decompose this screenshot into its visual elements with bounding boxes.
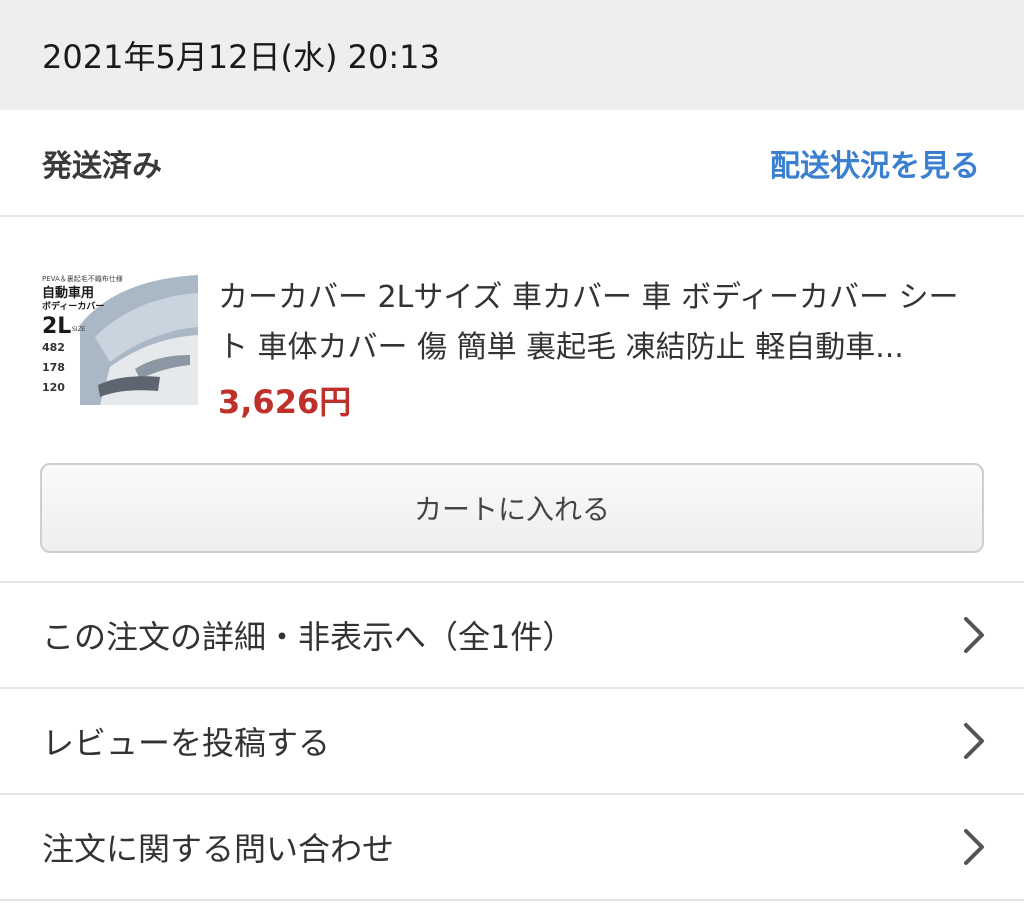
image-line1-text: 自動車用: [42, 285, 94, 301]
shipping-status: 発送済み: [42, 148, 162, 184]
product-price: 3,626円: [218, 383, 352, 421]
menu-item-label: 注文に関する問い合わせ: [42, 830, 395, 868]
image-size-sub-text: SIZE: [72, 326, 86, 333]
image-dim3-text: 120: [42, 381, 65, 394]
image-line2-text: ボディーカバー: [42, 300, 104, 312]
order-menu-list: この注文の詳細・非表示へ（全1件） レビューを投稿する 注文に関する問い合わせ: [0, 581, 1024, 901]
product-thumbnail[interactable]: PEVA＆裏起毛不織布仕様 自動車用 ボディーカバー 2L SIZE 482 1…: [40, 267, 198, 405]
order-date-header: 2021年5月12日(水) 20:13: [0, 0, 1024, 110]
menu-item-order-details[interactable]: この注文の詳細・非表示へ（全1件）: [0, 583, 1024, 689]
product-title[interactable]: カーカバー 2Lサイズ 車カバー 車 ボディーカバー シート 車体カバー 傷 簡…: [218, 273, 984, 373]
car-cover-image: PEVA＆裏起毛不織布仕様 自動車用 ボディーカバー 2L SIZE 482 1…: [40, 267, 198, 405]
menu-item-post-review[interactable]: レビューを投稿する: [0, 689, 1024, 795]
add-to-cart-button[interactable]: カートに入れる: [40, 463, 984, 553]
image-dim1-text: 482: [42, 341, 65, 354]
order-date: 2021年5月12日(水) 20:13: [42, 38, 440, 76]
tracking-link[interactable]: 配送状況を見る: [770, 141, 980, 185]
menu-item-label: レビューを投稿する: [42, 724, 331, 762]
chevron-right-icon: [962, 721, 986, 761]
chevron-right-icon: [962, 615, 986, 655]
product-card: PEVA＆裏起毛不織布仕様 自動車用 ボディーカバー 2L SIZE 482 1…: [0, 219, 1024, 581]
menu-item-label: この注文の詳細・非表示へ（全1件）: [42, 618, 575, 656]
image-size-text: 2L: [42, 314, 71, 339]
chevron-right-icon: [962, 827, 986, 867]
menu-item-order-inquiry[interactable]: 注文に関する問い合わせ: [0, 795, 1024, 901]
image-badge-text: PEVA＆裏起毛不織布仕様: [42, 274, 123, 283]
image-dim2-text: 178: [42, 361, 65, 374]
shipping-status-row: 発送済み 配送状況を見る: [0, 110, 1024, 217]
